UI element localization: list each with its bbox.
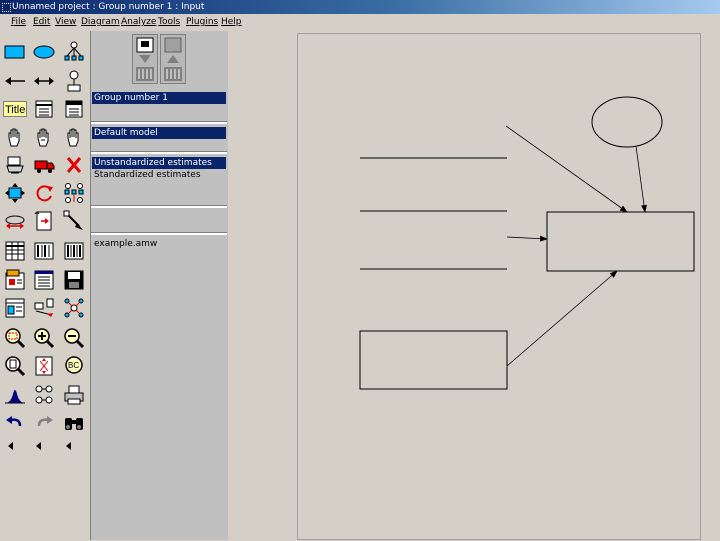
bayesian-estimation-icon[interactable] bbox=[4, 384, 26, 406]
scroll-left-icon[interactable] bbox=[28, 435, 50, 457]
model-list-item-selected[interactable]: Default model bbox=[92, 127, 226, 139]
deselect-all-icon[interactable] bbox=[63, 126, 85, 148]
view-text-icon[interactable] bbox=[33, 269, 55, 291]
list-variables-in-dataset-icon[interactable] bbox=[63, 98, 85, 120]
panel-divider bbox=[91, 232, 227, 235]
view-output-diagram-icon[interactable] bbox=[160, 34, 186, 84]
analysis-properties-icon[interactable] bbox=[33, 240, 55, 262]
select-all-objects-icon[interactable] bbox=[33, 126, 55, 148]
path-arrow-1 bbox=[505, 125, 628, 213]
zoom-in-icon[interactable] bbox=[33, 327, 55, 349]
path-arrow-4 bbox=[506, 270, 618, 367]
menu-file[interactable]: File bbox=[11, 14, 26, 30]
erase-icon[interactable] bbox=[63, 154, 85, 176]
save-diagram-icon[interactable] bbox=[63, 269, 85, 291]
zoom-page-icon[interactable] bbox=[4, 355, 26, 377]
move-icon[interactable] bbox=[33, 154, 55, 176]
zoom-out-icon[interactable] bbox=[63, 327, 85, 349]
navigation-panel: Group number 1 Default model Unstandardi… bbox=[90, 31, 228, 540]
menu-diagram[interactable]: Diagram bbox=[81, 14, 120, 30]
undo-icon[interactable] bbox=[4, 412, 26, 434]
panel-divider bbox=[91, 151, 227, 154]
menu-analyze[interactable]: Analyze bbox=[121, 14, 156, 30]
scroll-left-icon[interactable] bbox=[0, 435, 22, 457]
draw-indicator-variable-icon[interactable] bbox=[63, 41, 85, 63]
title-icon[interactable]: Title bbox=[3, 98, 27, 120]
calculate-estimates-icon[interactable] bbox=[63, 240, 85, 262]
draw-observed-variable-icon[interactable] bbox=[4, 41, 26, 63]
window-title-bar: Unnamed project : Group number 1 : Input bbox=[0, 0, 720, 14]
group-list-item-selected[interactable]: Group number 1 bbox=[92, 92, 226, 104]
duplicate-icon[interactable] bbox=[4, 154, 26, 176]
rotate-indicators-icon[interactable] bbox=[33, 182, 55, 204]
menu-bar: File Edit View Diagram Analyze Tools Plu… bbox=[0, 14, 720, 30]
menu-edit[interactable]: Edit bbox=[33, 14, 50, 30]
window-title: Unnamed project : Group number 1 : Input bbox=[12, 2, 205, 12]
specification-search-icon[interactable] bbox=[63, 412, 85, 434]
multiple-group-analysis-icon[interactable] bbox=[33, 384, 55, 406]
view-input-diagram-icon[interactable] bbox=[132, 34, 158, 84]
redo-icon[interactable] bbox=[33, 412, 55, 434]
menu-tools[interactable]: Tools bbox=[158, 14, 180, 30]
object-properties-icon[interactable] bbox=[4, 297, 26, 319]
menu-view[interactable]: View bbox=[55, 14, 76, 30]
loupe-icon[interactable]: BC bbox=[63, 355, 85, 377]
zoom-selected-area-icon[interactable] bbox=[4, 327, 26, 349]
draw-unobserved-variable-icon[interactable] bbox=[33, 41, 55, 63]
parameter-format-item[interactable]: Standardized estimates bbox=[92, 169, 226, 181]
change-shape-icon[interactable] bbox=[4, 182, 26, 204]
menu-help[interactable]: Help bbox=[221, 14, 242, 30]
add-unique-variable-icon[interactable] bbox=[63, 70, 85, 92]
view-text-output-icon[interactable] bbox=[4, 269, 26, 291]
tool-palette: Title BC bbox=[0, 31, 90, 540]
print-icon[interactable] bbox=[63, 384, 85, 406]
select-data-files-icon[interactable] bbox=[4, 240, 26, 262]
observed-variable-box-dependent[interactable] bbox=[546, 211, 695, 272]
panel-divider bbox=[91, 205, 227, 208]
file-list-item[interactable]: example.amw bbox=[92, 238, 226, 250]
path-diagram-canvas[interactable] bbox=[297, 33, 701, 540]
path-arrow-2 bbox=[635, 145, 648, 213]
path-arrow-3 bbox=[506, 235, 548, 242]
title-icon-label: Title bbox=[5, 104, 25, 116]
move-parameter-icon[interactable] bbox=[4, 210, 26, 232]
fit-to-page-icon[interactable] bbox=[33, 355, 55, 377]
scroll-icon[interactable] bbox=[33, 210, 55, 232]
select-one-object-icon[interactable] bbox=[4, 126, 26, 148]
draw-path-icon[interactable] bbox=[4, 70, 26, 92]
draw-covariance-icon[interactable] bbox=[33, 70, 55, 92]
preserve-symmetries-icon[interactable] bbox=[63, 297, 85, 319]
unobserved-variable-ellipse[interactable] bbox=[591, 96, 663, 148]
panel-divider bbox=[91, 121, 227, 124]
list-variables-in-model-icon[interactable] bbox=[33, 98, 55, 120]
app-icon[interactable] bbox=[2, 3, 11, 12]
reflect-indicators-icon[interactable] bbox=[63, 182, 85, 204]
menu-plugins[interactable]: Plugins bbox=[186, 14, 218, 30]
scroll-left-icon[interactable] bbox=[58, 435, 80, 457]
parameter-format-item-selected[interactable]: Unstandardized estimates bbox=[92, 157, 226, 169]
touch-up-icon[interactable] bbox=[63, 210, 85, 232]
observed-variable-box-partial[interactable] bbox=[359, 330, 508, 390]
drag-properties-icon[interactable] bbox=[33, 297, 55, 319]
svg-text:BC: BC bbox=[68, 361, 79, 370]
